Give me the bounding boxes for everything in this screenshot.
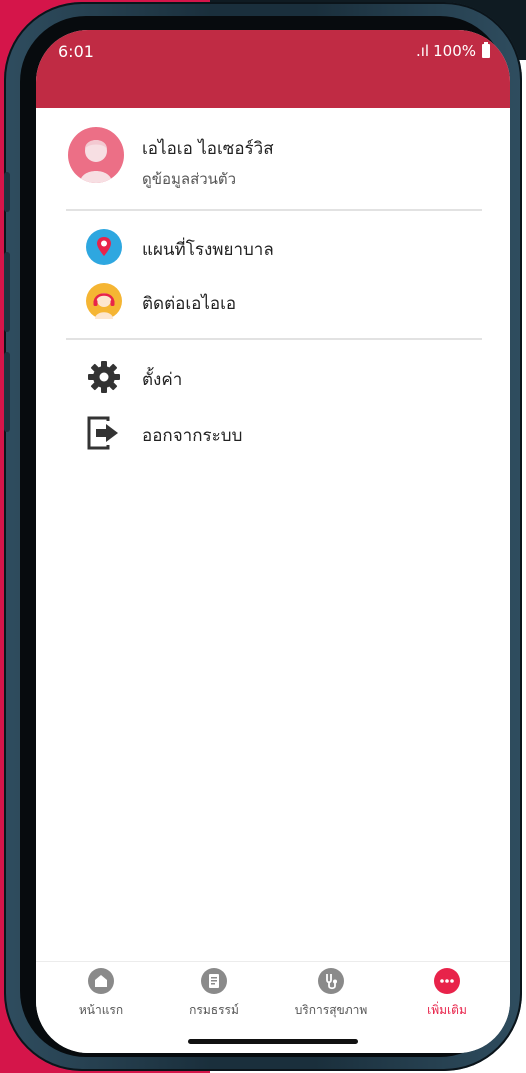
avatar-person-icon	[80, 140, 112, 183]
tab-label: บริการสุขภาพ	[294, 1003, 368, 1017]
phone-volume-up-button	[4, 252, 10, 332]
gear-icon	[88, 361, 120, 393]
tab-label: เพิ่มเติม	[427, 1003, 467, 1017]
app-header: 6:01 .ıl 100%	[36, 30, 510, 108]
logout-icon	[87, 416, 118, 450]
tab-label: กรมธรรม์	[189, 1003, 239, 1017]
profile-name: เอไอเอ ไอเซอร์วิส	[142, 139, 274, 159]
home-indicator[interactable]	[188, 1039, 358, 1044]
menu-item-hospital-map[interactable]: แผนที่โรงพยาบาล	[36, 222, 510, 272]
menu-item-label: ตั้งค่า	[142, 370, 183, 390]
home-icon	[88, 968, 114, 994]
menu-item-label: ติดต่อเอไอเอ	[142, 294, 237, 314]
bottom-tab-bar: หน้าแรก กรมธรรม์ บริการสุขภาพ เพิ่มเติม	[36, 961, 510, 1053]
menu-item-settings[interactable]: ตั้งค่า	[36, 352, 510, 402]
phone-volume-down-button	[4, 352, 10, 432]
call-center-icon	[86, 283, 122, 319]
profile-view-link[interactable]: ดูข้อมูลส่วนตัว	[142, 167, 236, 191]
battery-percent: 100%	[433, 42, 476, 60]
stethoscope-icon	[318, 968, 344, 994]
phone-side-button	[4, 172, 10, 212]
battery-icon	[482, 42, 490, 58]
status-indicators: .ıl 100%	[416, 42, 490, 60]
map-pin-icon	[86, 229, 122, 265]
tab-home[interactable]: หน้าแรก	[46, 968, 156, 1028]
tab-health-services[interactable]: บริการสุขภาพ	[276, 968, 386, 1028]
phone-frame: 6:01 .ıl 100% เอไอเอ ไอเซอร์วิส ดูข้อมูล…	[4, 2, 522, 1071]
tab-policy[interactable]: กรมธรรม์	[159, 968, 269, 1028]
more-icon	[434, 968, 460, 994]
menu-item-label: ออกจากระบบ	[142, 426, 243, 446]
divider	[66, 338, 482, 340]
avatar[interactable]	[68, 127, 124, 183]
menu-item-contact-aia[interactable]: ติดต่อเอไอเอ	[36, 276, 510, 326]
profile-section[interactable]: เอไอเอ ไอเซอร์วิส ดูข้อมูลส่วนตัว	[36, 108, 510, 210]
signal-icon: .ıl	[416, 42, 430, 60]
policy-icon	[201, 968, 227, 994]
app-screen: 6:01 .ıl 100% เอไอเอ ไอเซอร์วิส ดูข้อมูล…	[36, 30, 510, 1053]
divider	[66, 209, 482, 211]
tab-label: หน้าแรก	[78, 1003, 124, 1017]
menu-item-label: แผนที่โรงพยาบาล	[142, 240, 274, 260]
menu-item-logout[interactable]: ออกจากระบบ	[36, 408, 510, 458]
tab-more[interactable]: เพิ่มเติม	[392, 968, 502, 1028]
status-time: 6:01	[58, 42, 94, 61]
